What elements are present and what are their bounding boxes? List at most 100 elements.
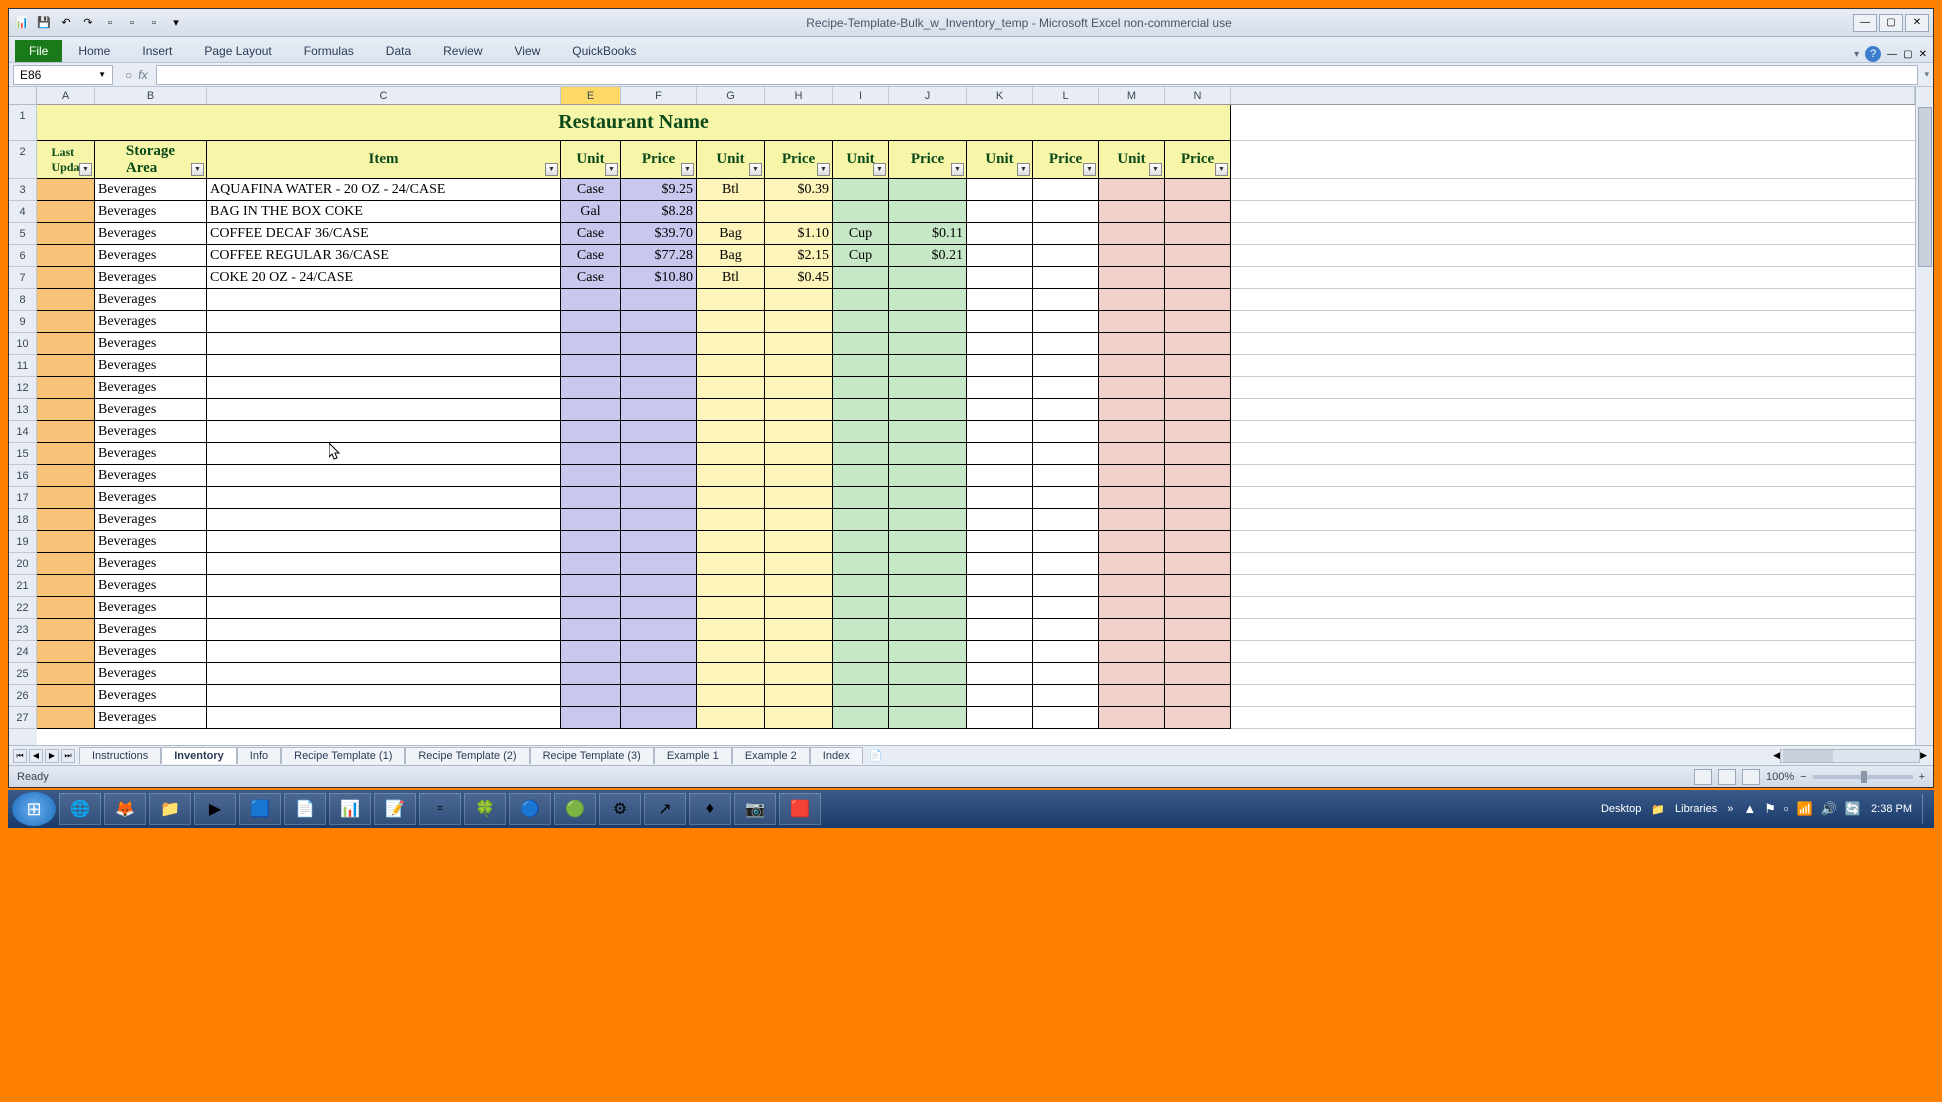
cell-unit[interactable] bbox=[697, 311, 765, 333]
cell-price[interactable] bbox=[1033, 223, 1099, 245]
cell-unit[interactable] bbox=[967, 355, 1033, 377]
cell-item[interactable] bbox=[207, 399, 561, 421]
name-box-dropdown-icon[interactable]: ▼ bbox=[98, 70, 106, 79]
filter-dropdown-icon[interactable]: ▼ bbox=[1149, 163, 1162, 176]
sheet-nav-first-icon[interactable]: ⏮ bbox=[13, 749, 27, 763]
cell-unit[interactable] bbox=[561, 333, 621, 355]
sheet-nav-prev-icon[interactable]: ◀ bbox=[29, 749, 43, 763]
cell-unit[interactable] bbox=[561, 531, 621, 553]
cell-price[interactable] bbox=[889, 399, 967, 421]
row-header[interactable]: 13 bbox=[9, 399, 37, 421]
sheet-tab-inventory[interactable]: Inventory bbox=[161, 747, 237, 764]
column-header-E[interactable]: E bbox=[561, 87, 621, 104]
zoom-out-icon[interactable]: − bbox=[1800, 771, 1806, 783]
cell-price[interactable] bbox=[1033, 553, 1099, 575]
cell-storage-area[interactable]: Beverages bbox=[95, 619, 207, 641]
cell-price[interactable] bbox=[1033, 311, 1099, 333]
cell-unit[interactable] bbox=[1099, 575, 1165, 597]
cell-price[interactable] bbox=[1033, 641, 1099, 663]
cell-unit[interactable] bbox=[967, 465, 1033, 487]
column-header-G[interactable]: G bbox=[697, 87, 765, 104]
taskbar-app-icon[interactable]: 🍀 bbox=[464, 793, 506, 825]
cell-price[interactable] bbox=[889, 575, 967, 597]
cell-price[interactable] bbox=[1165, 619, 1231, 641]
cell-unit[interactable] bbox=[1099, 663, 1165, 685]
cell-item[interactable] bbox=[207, 619, 561, 641]
cell-price[interactable] bbox=[1165, 355, 1231, 377]
start-button[interactable]: ⊞ bbox=[12, 792, 56, 826]
sheet-tab-recipe-template--3-[interactable]: Recipe Template (3) bbox=[530, 747, 654, 764]
cell-item[interactable] bbox=[207, 443, 561, 465]
taskbar-app-icon[interactable]: 📄 bbox=[284, 793, 326, 825]
cell-last-update[interactable] bbox=[37, 575, 95, 597]
cell-unit[interactable] bbox=[561, 311, 621, 333]
cell-price[interactable] bbox=[1033, 267, 1099, 289]
sheet-tab-instructions[interactable]: Instructions bbox=[79, 747, 161, 764]
cell-unit[interactable] bbox=[561, 487, 621, 509]
cell-unit[interactable] bbox=[967, 619, 1033, 641]
taskbar-explorer-icon[interactable]: 📁 bbox=[149, 793, 191, 825]
cell-price[interactable] bbox=[1033, 707, 1099, 729]
cell-unit[interactable] bbox=[833, 289, 889, 311]
column-header-J[interactable]: J bbox=[889, 87, 967, 104]
cell-price[interactable] bbox=[1165, 663, 1231, 685]
cell-price[interactable] bbox=[1165, 311, 1231, 333]
cell-price[interactable] bbox=[889, 597, 967, 619]
taskbar-chrome-icon[interactable]: 🔵 bbox=[509, 793, 551, 825]
cell-price[interactable] bbox=[889, 707, 967, 729]
sheet-tab-example-1[interactable]: Example 1 bbox=[654, 747, 732, 764]
cell-unit[interactable] bbox=[967, 245, 1033, 267]
cell-price[interactable] bbox=[765, 553, 833, 575]
taskbar-chevron-icon[interactable]: » bbox=[1727, 803, 1733, 815]
cell-unit[interactable] bbox=[1099, 267, 1165, 289]
cell-price[interactable] bbox=[1165, 267, 1231, 289]
sheet-tab-recipe-template--2-[interactable]: Recipe Template (2) bbox=[405, 747, 529, 764]
column-header-L[interactable]: L bbox=[1033, 87, 1099, 104]
cell-unit[interactable]: Cup bbox=[833, 245, 889, 267]
cell-unit[interactable] bbox=[697, 201, 765, 223]
cell-unit[interactable] bbox=[833, 597, 889, 619]
cell-price[interactable] bbox=[1033, 245, 1099, 267]
qat-icon[interactable]: ▫ bbox=[123, 14, 141, 32]
cell-price[interactable] bbox=[621, 509, 697, 531]
cell-unit[interactable] bbox=[967, 267, 1033, 289]
cell-storage-area[interactable]: Beverages bbox=[95, 641, 207, 663]
taskbar-folder-icon[interactable]: 📁 bbox=[1651, 803, 1665, 816]
cell-last-update[interactable] bbox=[37, 355, 95, 377]
cell-price[interactable]: $2.15 bbox=[765, 245, 833, 267]
filter-dropdown-icon[interactable]: ▼ bbox=[951, 163, 964, 176]
cell-unit[interactable] bbox=[1099, 377, 1165, 399]
cell-unit[interactable] bbox=[697, 641, 765, 663]
cell-storage-area[interactable]: Beverages bbox=[95, 267, 207, 289]
row-header[interactable]: 4 bbox=[9, 201, 37, 223]
cell-unit[interactable] bbox=[967, 685, 1033, 707]
cell-price[interactable] bbox=[621, 531, 697, 553]
cell-unit[interactable] bbox=[1099, 597, 1165, 619]
cell-unit[interactable] bbox=[697, 707, 765, 729]
cell-price[interactable] bbox=[621, 663, 697, 685]
cell-price[interactable] bbox=[889, 201, 967, 223]
cell-unit[interactable] bbox=[833, 685, 889, 707]
ribbon-tab-quickbooks[interactable]: QuickBooks bbox=[556, 40, 652, 62]
cell-price[interactable] bbox=[1033, 201, 1099, 223]
view-break-icon[interactable] bbox=[1742, 769, 1760, 785]
cell-price[interactable] bbox=[621, 487, 697, 509]
header-price[interactable]: Price▼ bbox=[621, 141, 697, 179]
cell-item[interactable] bbox=[207, 289, 561, 311]
cell-item[interactable] bbox=[207, 707, 561, 729]
cell-unit[interactable] bbox=[697, 355, 765, 377]
filter-dropdown-icon[interactable]: ▼ bbox=[191, 163, 204, 176]
cell-unit[interactable] bbox=[697, 443, 765, 465]
cell-price[interactable] bbox=[765, 685, 833, 707]
cell-unit[interactable] bbox=[561, 421, 621, 443]
ribbon-close-icon[interactable]: ✕ bbox=[1919, 49, 1927, 60]
row-header[interactable]: 9 bbox=[9, 311, 37, 333]
row-header[interactable]: 23 bbox=[9, 619, 37, 641]
cell-price[interactable] bbox=[1033, 509, 1099, 531]
sheet-nav-last-icon[interactable]: ⏭ bbox=[61, 749, 75, 763]
taskbar-ie-icon[interactable]: 🌐 bbox=[59, 793, 101, 825]
cell-item[interactable]: AQUAFINA WATER - 20 OZ - 24/CASE bbox=[207, 179, 561, 201]
cell-unit[interactable] bbox=[833, 443, 889, 465]
cell-price[interactable] bbox=[765, 311, 833, 333]
cell-price[interactable]: $0.11 bbox=[889, 223, 967, 245]
